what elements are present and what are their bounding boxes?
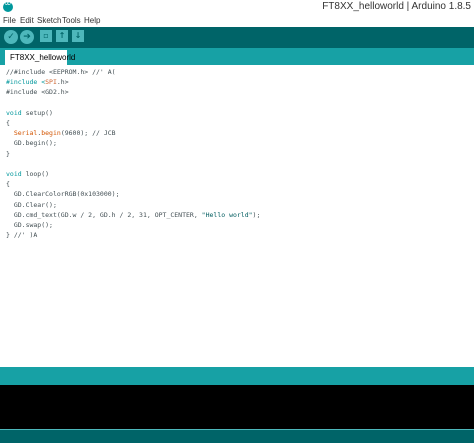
- menu-tools[interactable]: Tools: [62, 16, 81, 25]
- toolbar: ✓ ➔ ▫ ↑ ↓: [0, 27, 474, 48]
- code-line-12: {: [6, 180, 10, 189]
- code-line-16: GD.swap();: [6, 221, 53, 230]
- save-sketch-button[interactable]: ↓: [72, 30, 84, 42]
- status-bar: [0, 367, 474, 385]
- menu-edit[interactable]: Edit: [20, 16, 34, 25]
- code-editor[interactable]: //#include <EEPROM.h> //' A( #include <S…: [0, 65, 474, 367]
- new-sketch-button[interactable]: ▫: [40, 30, 52, 42]
- code-line-1: //#include <EEPROM.h> //' A(: [6, 68, 116, 76]
- code-line-17: } //' )A: [6, 231, 38, 240]
- menu-help[interactable]: Help: [84, 16, 100, 25]
- open-sketch-button[interactable]: ↑: [56, 30, 68, 42]
- tab-sketch[interactable]: FT8XX_helloworld: [5, 50, 75, 65]
- code-line-8: GD.begin();: [6, 139, 57, 148]
- verify-button[interactable]: ✓: [4, 30, 18, 44]
- tab-bar: FT8XX_helloworld: [0, 48, 474, 65]
- window-title: FT8XX_helloworld | Arduino 1.8.5: [322, 1, 471, 12]
- code-line-11: void loop(): [6, 170, 50, 179]
- code-line-7: Serial.begin(9600); // JCB: [13, 129, 116, 138]
- menu-bar: File Edit Sketch Tools Help: [0, 15, 474, 27]
- title-bar: FT8XX_helloworld | Arduino 1.8.5: [0, 0, 474, 15]
- upload-button[interactable]: ➔: [20, 30, 34, 44]
- code-line-14: GD.Clear();: [6, 200, 57, 209]
- footer-divider: [0, 429, 474, 430]
- code-line-9: }: [6, 149, 10, 158]
- arduino-logo-icon: [3, 0, 13, 12]
- console-output[interactable]: [0, 385, 474, 429]
- code-line-2: #include <SPI.h>: [6, 78, 69, 87]
- footer-bar: [0, 429, 474, 443]
- code-line-6: {: [6, 119, 10, 128]
- menu-file[interactable]: File: [3, 16, 16, 25]
- code-line-3: #include <GD2.h>: [6, 88, 69, 97]
- menu-sketch[interactable]: Sketch: [37, 16, 61, 25]
- code-line-5: void setup(): [6, 108, 53, 117]
- code-line-15: GD.cmd_text(GD.w / 2, GD.h / 2, 31, OPT_…: [6, 210, 261, 219]
- code-line-13: GD.ClearColorRGB(0x103000);: [6, 190, 120, 199]
- code-text: //#include <EEPROM.h> //' A( #include <S…: [6, 67, 260, 240]
